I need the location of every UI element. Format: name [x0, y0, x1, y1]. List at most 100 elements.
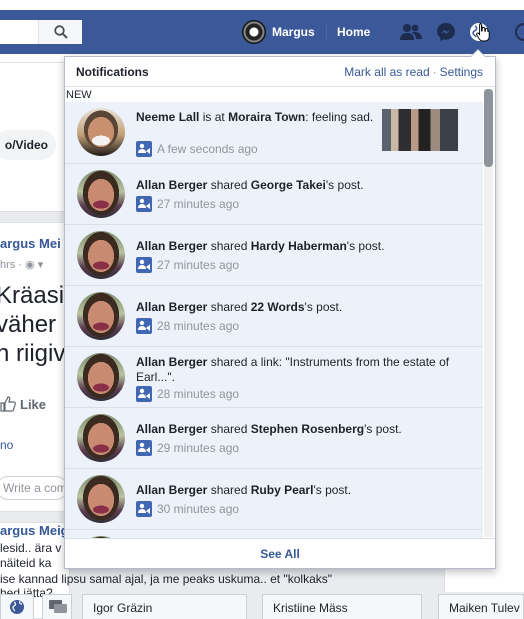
second-post-author[interactable]: argus Meig: [0, 523, 69, 538]
notification-verb: is at: [202, 110, 225, 124]
chat-tab[interactable]: Kristiine Mäss: [262, 594, 422, 619]
notifications-dropdown: Notifications Mark all as read · Settings …: [64, 49, 496, 569]
profile-name: Margus: [272, 25, 315, 39]
actor-name: Allan Berger: [136, 483, 208, 497]
actor-name: Neeme Lall: [136, 110, 200, 124]
second-post-line: näiteid ka: [0, 556, 52, 570]
like-button[interactable]: Like: [0, 396, 46, 412]
avatar: [77, 475, 125, 523]
object-name: 22 Words: [250, 300, 305, 314]
notifications-scrollbar[interactable]: [484, 89, 493, 537]
object-name: Moraira Town: [228, 110, 306, 124]
top-navigation-bar: Margus Home: [0, 0, 524, 62]
chat-tab[interactable]: Maiken Tulev: [438, 594, 524, 619]
notification-item[interactable]: Allan Berger shared George Takei's post.…: [65, 164, 483, 225]
help-icon: [515, 23, 524, 41]
notification-time: 27 minutes ago: [157, 197, 240, 211]
actor-name: Allan Berger: [136, 300, 208, 314]
notification-item[interactable]: Allan Berger shared 22 Words's post. 28 …: [65, 286, 483, 347]
friend-requests-button[interactable]: [398, 20, 424, 44]
see-all-link[interactable]: See All: [65, 538, 495, 568]
globe-icon: ◉ ▾: [25, 259, 44, 271]
avatar: [242, 20, 266, 44]
notification-item[interactable]: Allan Berger shared Ruby Pearl's post. 3…: [65, 469, 483, 530]
notification-time: A few seconds ago: [157, 142, 258, 156]
notification-item[interactable]: Allan Berger shared a link: "Instruments…: [65, 347, 483, 408]
photo-video-button[interactable]: o/Video: [0, 130, 56, 160]
post-text-line: väher: [0, 311, 57, 338]
notification-verb: shared: [210, 422, 248, 436]
notification-item[interactable]: Allan Berger shared Hardy Haberman's pos…: [65, 225, 483, 286]
share-icon: [136, 257, 152, 273]
search-icon: [53, 25, 68, 39]
help-button[interactable]: [512, 20, 524, 44]
like-thumb-icon: [0, 396, 16, 412]
notification-text: Allan Berger shared a link: "Instruments…: [136, 355, 456, 385]
see-more-link[interactable]: no: [0, 438, 13, 452]
notification-time: 28 minutes ago: [157, 387, 240, 401]
chat-messages-tab[interactable]: [42, 594, 72, 619]
notification-verb: shared: [210, 483, 248, 497]
search-button[interactable]: [38, 20, 82, 44]
object-name: George Takei: [250, 178, 326, 192]
globe-icon: [10, 600, 24, 614]
notifications-list: Neeme Lall is at Moraira Town: feeling s…: [65, 102, 483, 538]
notification-verb: shared: [210, 178, 248, 192]
chat-bar: Igor Gräzin Kristiine Mäss Maiken Tulev: [0, 594, 524, 619]
notification-time: 27 minutes ago: [157, 258, 240, 272]
share-icon: [136, 318, 152, 334]
like-label: Like: [20, 396, 47, 412]
notification-photo-thumbnail: [382, 109, 458, 151]
notification-verb: shared: [210, 239, 248, 253]
object-name: Hardy Haberman: [250, 239, 347, 253]
chat-bubble-icon: [49, 600, 67, 613]
avatar: [77, 231, 125, 279]
notification-text: Allan Berger shared Hardy Haberman's pos…: [136, 239, 456, 254]
separator: ·: [432, 65, 437, 79]
actor-name: Allan Berger: [136, 239, 208, 253]
notification-suffix: 's post.: [313, 483, 352, 497]
avatar: [77, 170, 125, 218]
notifications-header: Notifications Mark all as read · Settings: [65, 57, 495, 87]
notification-verb: shared: [210, 300, 248, 314]
avatar: [77, 353, 125, 401]
notification-meta: A few seconds ago: [136, 141, 258, 157]
share-icon: [136, 196, 152, 212]
search-box[interactable]: [0, 20, 82, 44]
avatar: [77, 292, 125, 340]
notification-suffix: 's post.: [364, 422, 402, 436]
mark-all-read-link[interactable]: Mark all as read: [344, 65, 429, 79]
chat-globe-tab[interactable]: [0, 594, 34, 619]
notification-time: 30 minutes ago: [157, 502, 240, 516]
scrollbar-thumb[interactable]: [484, 89, 493, 167]
notification-item[interactable]: Neeme Lall is at Moraira Town: feeling s…: [65, 102, 483, 164]
actor-name: Allan Berger: [136, 355, 208, 369]
share-icon: [136, 440, 152, 456]
notification-text: Allan Berger shared George Takei's post.: [136, 178, 456, 193]
notifications-actions: Mark all as read · Settings: [344, 65, 483, 79]
object-name: Ruby Pearl: [250, 483, 314, 497]
notification-time: 29 minutes ago: [157, 441, 240, 455]
post-time-text: hrs ·: [0, 259, 22, 271]
avatar: [77, 414, 125, 462]
notification-suffix: 's post.: [346, 239, 385, 253]
notification-suffix: 's post.: [304, 300, 343, 314]
new-section-label: NEW: [66, 89, 92, 101]
notification-item[interactable]: Allan Berger shared Stephen Rosenberg's …: [65, 408, 483, 469]
notifications-title: Notifications: [76, 65, 149, 79]
notification-item-partial[interactable]: [65, 530, 483, 538]
home-link[interactable]: Home: [326, 25, 370, 39]
notification-meta: 27 minutes ago: [136, 257, 239, 273]
chat-tab[interactable]: Igor Gräzin: [82, 594, 247, 619]
second-post-line: ise kannad lipsu samal ajal, ja me peaks…: [0, 572, 333, 586]
notifications-button[interactable]: [466, 20, 492, 44]
second-post-line: lesid.. ära v: [0, 541, 62, 555]
settings-link[interactable]: Settings: [440, 65, 483, 79]
comment-input[interactable]: Write a comm: [0, 476, 68, 500]
profile-link[interactable]: Margus: [242, 20, 315, 44]
messenger-button[interactable]: [433, 20, 459, 44]
notification-meta: 29 minutes ago: [136, 440, 239, 456]
post-author[interactable]: argus Mei: [0, 236, 61, 251]
notification-text: Neeme Lall is at Moraira Town: feeling s…: [136, 110, 376, 125]
share-icon: [136, 141, 152, 157]
